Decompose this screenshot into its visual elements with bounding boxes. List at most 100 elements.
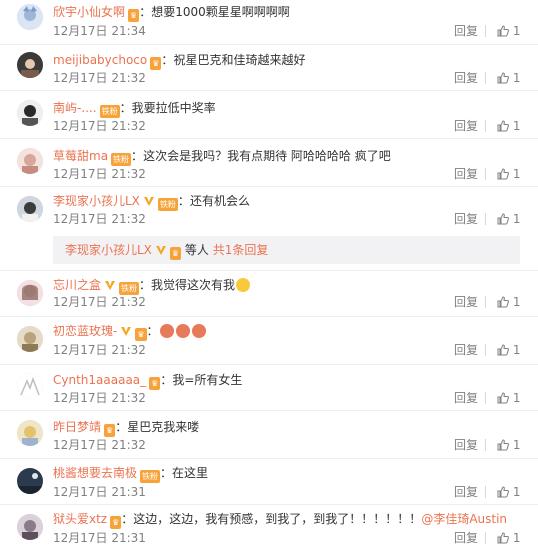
reply-button[interactable]: 回复	[454, 23, 478, 39]
thumbs-up-icon	[497, 344, 509, 356]
vip-icon	[104, 279, 116, 291]
username-link[interactable]: 昨日梦靖	[53, 420, 101, 434]
fan-badge: 铁粉	[140, 470, 161, 483]
comment-text: 我要拉低中奖率	[131, 101, 216, 115]
username-link[interactable]: Cynth1aaaaaa_	[53, 373, 146, 387]
comment-line: 草莓甜ma 铁粉 ：这次会是我吗？我有点期待 阿哈哈哈哈 疯了吧	[53, 148, 391, 166]
username-link[interactable]: 李现家小孩儿LX	[53, 194, 140, 208]
sub-reply-box[interactable]: 李现家小孩儿LX ♛ 等人 共1条回复	[53, 236, 520, 264]
like-button[interactable]: 1	[497, 118, 520, 134]
fan-badge: ♛	[104, 424, 116, 437]
timestamp: 12月17日 21:32	[53, 212, 146, 226]
comment-text: 想要1000颗星星啊啊啊啊	[151, 5, 290, 19]
reply-button[interactable]: 回复	[454, 530, 478, 546]
avatar[interactable]	[17, 420, 43, 446]
reply-button[interactable]: 回复	[454, 294, 478, 310]
like-button[interactable]: 1	[497, 437, 520, 453]
comment-line: 昨日梦靖 ♛ ：星巴克我来喽	[53, 419, 199, 437]
like-count: 1	[512, 212, 521, 226]
reply-button[interactable]: 回复	[454, 390, 478, 406]
comment-text: 这边，这边，我有预感，到我了，到我了！！！！！！	[133, 512, 422, 526]
like-count: 1	[512, 485, 521, 499]
like-button[interactable]: 1	[497, 484, 520, 500]
like-button[interactable]: 1	[497, 530, 520, 546]
like-button[interactable]: 1	[497, 70, 520, 86]
thumbs-up-icon	[497, 532, 509, 544]
avatar[interactable]	[17, 468, 43, 494]
comment-line: 欣宇小仙女啊 ♛ ：想要1000颗星星啊啊啊啊	[53, 4, 290, 22]
divider	[485, 120, 486, 132]
reply-button[interactable]: 回复	[454, 166, 478, 182]
username-link[interactable]: 狱头爱xtz	[53, 512, 107, 526]
like-count: 1	[512, 295, 521, 309]
vip-icon	[143, 195, 155, 207]
avatar[interactable]	[17, 326, 43, 352]
like-button[interactable]: 1	[497, 390, 520, 406]
avatar[interactable]	[17, 4, 43, 30]
like-button[interactable]: 1	[497, 342, 520, 358]
fan-badge: ♛	[149, 377, 161, 390]
comment-line: Cynth1aaaaaa_ ♛ ：我=所有女生	[53, 372, 242, 390]
comment-item: 欣宇小仙女啊 ♛ ：想要1000颗星星啊啊啊啊 12月17日 21:34 回复 1	[0, 0, 538, 45]
thumbs-up-icon	[497, 168, 509, 180]
avatar[interactable]	[17, 52, 43, 78]
timestamp: 12月17日 21:31	[53, 531, 146, 545]
timestamp: 12月17日 21:32	[53, 391, 146, 405]
reply-button[interactable]: 回复	[454, 484, 478, 500]
avatar[interactable]	[17, 373, 43, 399]
avatar[interactable]	[17, 196, 43, 222]
avatar[interactable]	[17, 280, 43, 306]
timestamp: 12月17日 21:31	[53, 485, 146, 499]
comment-item: 桃酱想要去南极 铁粉 ：在这里 12月17日 21:31 回复 1	[0, 458, 538, 505]
reply-button[interactable]: 回复	[454, 437, 478, 453]
comment-item: 草莓甜ma 铁粉 ：这次会是我吗？我有点期待 阿哈哈哈哈 疯了吧 12月17日 21…	[0, 138, 538, 187]
thumbs-up-icon	[497, 486, 509, 498]
thumbs-up-icon	[497, 120, 509, 132]
sub-reply-username[interactable]: 李现家小孩儿LX	[65, 243, 152, 257]
mention-link[interactable]: @李佳琦Austin	[421, 512, 507, 526]
colon: ：	[121, 512, 134, 526]
fan-badge: ♛	[128, 9, 140, 22]
divider	[485, 168, 486, 180]
fan-badge: ♛	[110, 516, 122, 529]
like-button[interactable]: 1	[497, 294, 520, 310]
username-link[interactable]: 草莓甜ma	[53, 149, 108, 163]
colon: ：	[139, 5, 152, 19]
username-link[interactable]: 南屿-....	[53, 101, 97, 115]
reply-button[interactable]: 回复	[454, 342, 478, 358]
like-button[interactable]: 1	[497, 166, 520, 182]
username-link[interactable]: 初恋蓝玫瑰-	[53, 324, 117, 338]
divider	[485, 213, 486, 225]
divider	[485, 296, 486, 308]
username-link[interactable]: 桃酱想要去南极	[53, 466, 137, 480]
avatar[interactable]	[17, 514, 43, 540]
comment-text: 这次会是我吗？我有点期待 阿哈哈哈哈 疯了吧	[143, 149, 391, 163]
comment-line: meijibabychoco ♛ ：祝星巴克和佳琦越来越好	[53, 52, 305, 70]
like-count: 1	[512, 343, 521, 357]
username-link[interactable]: 欣宇小仙女啊	[53, 5, 125, 19]
colon: ：	[160, 373, 173, 387]
like-button[interactable]: 1	[497, 211, 520, 227]
colon: ：	[119, 101, 132, 115]
sub-reply-text: 等人	[184, 243, 209, 257]
reply-button[interactable]: 回复	[454, 211, 478, 227]
timestamp: 12月17日 21:32	[53, 438, 146, 452]
fan-badge: ♛	[150, 57, 162, 70]
username-link[interactable]: meijibabychoco	[53, 53, 147, 67]
avatar[interactable]	[17, 100, 43, 126]
reply-button[interactable]: 回复	[454, 118, 478, 134]
timestamp: 12月17日 21:32	[53, 71, 146, 85]
thumbs-up-icon	[497, 296, 509, 308]
comment-text: 我觉得这次有我	[151, 278, 236, 292]
colon: ：	[115, 420, 128, 434]
divider	[485, 439, 486, 451]
reply-button[interactable]: 回复	[454, 70, 478, 86]
username-link[interactable]: 忘川之盒	[53, 278, 101, 292]
comment-text: 星巴克我来喽	[127, 420, 200, 434]
avatar[interactable]	[17, 148, 43, 174]
timestamp: 12月17日 21:32	[53, 295, 146, 309]
colon: ：	[131, 149, 144, 163]
sub-reply-count-link[interactable]: 共1条回复	[213, 243, 269, 257]
like-button[interactable]: 1	[497, 23, 520, 39]
thumbs-up-icon	[497, 25, 509, 37]
